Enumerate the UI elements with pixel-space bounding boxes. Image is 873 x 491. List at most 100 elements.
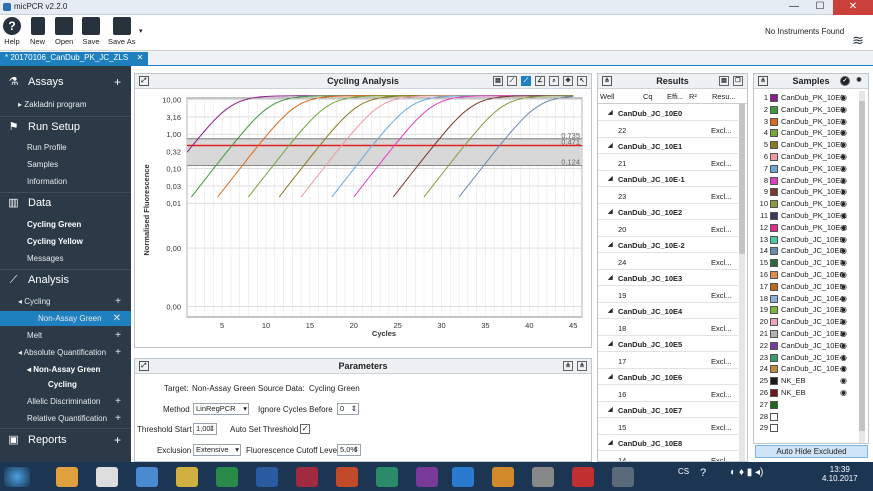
sample-color-swatch[interactable] xyxy=(770,412,778,421)
results-group-row[interactable]: ◢ CanDub_JC_10E7 xyxy=(598,402,738,418)
export-icon[interactable]: ▤ xyxy=(719,76,729,86)
clock[interactable]: 13:39 4.10.2017 xyxy=(822,465,858,483)
eye-icon[interactable]: ◉ xyxy=(840,245,847,257)
sidebar-item-melt[interactable]: Melt + xyxy=(0,328,131,343)
eye-icon[interactable]: ◉ xyxy=(840,257,847,269)
auto-hide-excluded-button[interactable]: Auto Hide Excluded xyxy=(755,445,868,458)
add-assay-icon[interactable]: + xyxy=(114,72,121,92)
tree-settings-icon[interactable]: ⋔ xyxy=(577,361,587,371)
collapse-icon[interactable]: ◢ xyxy=(608,406,613,413)
sample-row[interactable]: 12 CanDub_PK_10E-2 ◉ xyxy=(754,222,858,234)
taskbar-explorer-icon[interactable] xyxy=(176,467,198,487)
sample-row[interactable]: 17 CanDub_JC_10E5 ◉ xyxy=(754,281,858,293)
results-scrollbar-thumb[interactable] xyxy=(739,104,745,254)
results-group-row[interactable]: ◢ CanDub_JC_10E5 xyxy=(598,336,738,352)
sample-row[interactable]: 28 xyxy=(754,411,858,423)
collapse-icon[interactable]: ◢ xyxy=(608,439,613,446)
sample-row[interactable]: 1 CanDub_PK_10E9 ◉ xyxy=(754,92,858,104)
sample-row[interactable]: 9 CanDub_PK_10E1 ◉ xyxy=(754,186,858,198)
method-select[interactable]: LinRegPCR ▾ xyxy=(193,403,249,415)
sample-color-swatch[interactable] xyxy=(770,141,778,150)
tray-icons[interactable]: ◐ ♦ ▮ ◂) xyxy=(730,467,763,478)
results-group-row[interactable]: ◢ CanDub_JC_10E6 xyxy=(598,369,738,385)
results-row[interactable]: 22 Excl... xyxy=(598,122,738,138)
sample-row[interactable]: 10 CanDub_PK_10E0 ◉ xyxy=(754,198,858,210)
sidebar-item-allelic-discrimination[interactable]: Allelic Discrimination + xyxy=(0,394,131,409)
eye-icon[interactable]: ◉ xyxy=(840,363,847,375)
sample-color-swatch[interactable] xyxy=(770,129,778,138)
sample-row[interactable]: 5 CanDub_PK_10E5 ◉ xyxy=(754,139,858,151)
collapse-icon[interactable]: ◢ xyxy=(608,340,613,347)
sample-color-swatch[interactable] xyxy=(770,259,778,268)
threshold-start-stepper[interactable]: 1,00 ⇕ xyxy=(193,423,217,435)
sample-color-swatch[interactable] xyxy=(770,223,778,232)
eye-icon[interactable]: ◉ xyxy=(840,293,847,305)
taskbar-word-icon[interactable] xyxy=(256,467,278,487)
eye-icon[interactable]: ◉ xyxy=(840,104,847,116)
new-button[interactable]: New xyxy=(30,17,45,46)
sample-color-swatch[interactable] xyxy=(770,117,778,126)
taskbar-app-icon[interactable] xyxy=(572,467,594,487)
eye-icon[interactable]: ◉ xyxy=(840,340,847,352)
results-row[interactable]: 20 Excl... xyxy=(598,221,738,237)
sample-color-swatch[interactable] xyxy=(770,153,778,161)
sample-row[interactable]: 25 NK_EB ◉ xyxy=(754,375,858,387)
copy-icon[interactable]: ▤ xyxy=(493,76,503,86)
results-group-row[interactable]: ◢ CanDub_JC_10E3 xyxy=(598,270,738,286)
slope-icon[interactable]: ∠ xyxy=(535,76,545,86)
results-row[interactable]: 21 Excl... xyxy=(598,155,738,171)
sidebar-item-run-profile[interactable]: Run Profile xyxy=(0,140,131,155)
eye-icon[interactable]: ◉ xyxy=(840,269,847,281)
toolbar-dropdown-icon[interactable]: ▾ xyxy=(139,27,143,35)
sample-color-swatch[interactable] xyxy=(770,330,778,338)
help-button[interactable]: ? Help xyxy=(3,17,21,46)
eye-icon[interactable]: ◉ xyxy=(840,328,847,340)
results-group-row[interactable]: ◢ CanDub_JC_10E0 xyxy=(598,105,738,121)
eye-icon[interactable]: ◉ xyxy=(840,198,847,210)
popout-icon[interactable]: ⤢ xyxy=(139,76,149,86)
add-relative-icon[interactable]: + xyxy=(115,411,121,426)
taskbar-micpcr-icon[interactable] xyxy=(532,467,554,487)
sidebar-item-absolute-quantification[interactable]: ◂ Absolute Quantification + xyxy=(0,345,131,360)
col-cq[interactable]: Cq xyxy=(643,92,653,101)
results-row[interactable]: 16 Excl... xyxy=(598,386,738,402)
add-cycling-icon[interactable]: + xyxy=(115,294,121,309)
eye-icon[interactable]: ◉ xyxy=(840,186,847,198)
eye-icon[interactable]: ◉ xyxy=(840,151,847,163)
sidebar-item-information[interactable]: Information xyxy=(0,174,131,189)
tree-icon[interactable]: ⋔ xyxy=(758,76,768,86)
collapse-icon[interactable]: ◢ xyxy=(608,307,613,314)
sample-color-swatch[interactable] xyxy=(770,188,778,197)
save-as-button[interactable]: Save As xyxy=(108,17,136,46)
sample-row[interactable]: 26 NK_EB ◉ xyxy=(754,387,858,399)
taskbar-onenote-icon[interactable] xyxy=(416,467,438,487)
results-row[interactable]: 15 Excl... xyxy=(598,419,738,435)
eye-icon[interactable]: ◉ xyxy=(840,316,847,328)
taskbar-network-icon[interactable] xyxy=(136,467,158,487)
eye-icon[interactable]: ◉ xyxy=(840,387,847,399)
sample-color-swatch[interactable] xyxy=(770,282,778,291)
exclusion-select[interactable]: Extensive ▾ xyxy=(193,444,241,456)
language-indicator[interactable]: CS xyxy=(678,467,689,476)
sample-row[interactable]: 15 CanDub_JC_10E7 ◉ xyxy=(754,257,858,269)
col-well[interactable]: Well xyxy=(600,92,614,101)
sample-color-swatch[interactable] xyxy=(770,389,778,397)
sample-row[interactable]: 29 xyxy=(754,422,858,434)
sidebar-item-cycling-green[interactable]: Cycling Green xyxy=(0,217,131,232)
samples-scrollbar-thumb[interactable] xyxy=(859,101,865,431)
sample-color-swatch[interactable] xyxy=(770,353,778,362)
sample-row[interactable]: 16 CanDub_JC_10E6 ◉ xyxy=(754,269,858,281)
sample-color-swatch[interactable] xyxy=(770,341,778,350)
sample-color-swatch[interactable] xyxy=(770,94,778,102)
linear-scale-icon[interactable]: ⟋ xyxy=(507,76,517,86)
collapse-icon[interactable]: ◢ xyxy=(608,175,613,182)
sample-row[interactable]: 24 CanDub_JC_10E-2 ◉ xyxy=(754,363,858,375)
sample-color-swatch[interactable] xyxy=(770,294,778,303)
sample-color-swatch[interactable] xyxy=(770,424,778,433)
sidebar-item-cycling[interactable]: ◂ Cycling + xyxy=(0,294,131,309)
add-allelic-icon[interactable]: + xyxy=(115,394,121,409)
remove-analysis-icon[interactable]: ✕ xyxy=(113,311,121,326)
eye-icon[interactable]: ◉ xyxy=(854,76,864,86)
sample-row[interactable]: 3 CanDub_PK_10E7 ◉ xyxy=(754,116,858,128)
sample-color-swatch[interactable] xyxy=(770,200,778,209)
